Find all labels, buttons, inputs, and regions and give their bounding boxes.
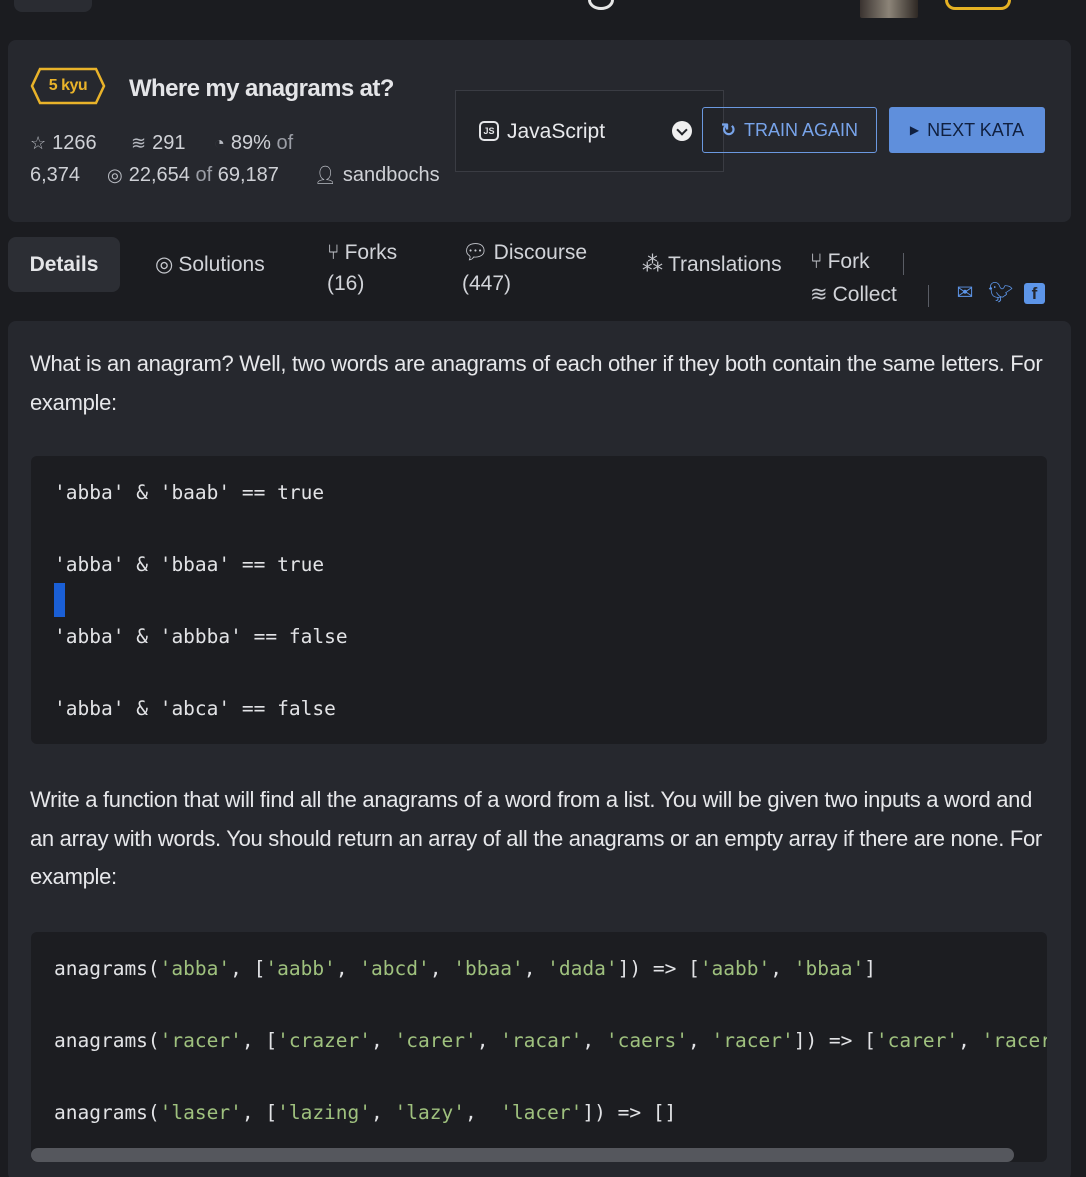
language-select-value: JavaScript — [507, 120, 606, 143]
notifications-bell-icon[interactable] — [772, 0, 798, 10]
star-icon: ☆ — [30, 133, 47, 153]
refresh-icon: ↻ — [720, 119, 737, 140]
attempted-count: 69,187 — [217, 164, 279, 186]
description-intro: What is an anagram? Well, two words are … — [30, 351, 1043, 415]
code-line: 'abba' & 'baab' == true — [54, 481, 325, 504]
help-icon[interactable] — [588, 0, 614, 10]
code-block-example-2: anagrams('abba', ['aabb', 'abcd', 'bbaa'… — [31, 932, 1047, 1162]
votes-stat: 6,374 — [30, 164, 80, 187]
description-task: Write a function that will find all the … — [30, 787, 1042, 889]
user-rank-badge[interactable] — [945, 0, 1011, 10]
code-line: 'abba' & 'abbba' == false — [54, 625, 348, 648]
tab-translations-label: Translations — [668, 253, 782, 276]
fork-label: Fork — [827, 250, 870, 273]
tab-translations[interactable]: ⁂ Translations — [642, 252, 782, 277]
code-line: 'abba' & 'abca' == false — [54, 697, 336, 720]
satisfaction-of: of — [276, 132, 294, 154]
chevron-down-icon — [672, 121, 692, 141]
code-line: 'abba' & 'bbaa' == true — [54, 553, 325, 576]
train-again-label: TRAIN AGAIN — [744, 119, 859, 140]
code-line: anagrams('laser', ['lazing', 'lazy', 'la… — [54, 1101, 677, 1124]
fork-link[interactable]: ⑂ Fork — [810, 250, 870, 274]
top-nav — [0, 0, 1086, 18]
satisfaction-stat: ◔ 89% of — [214, 132, 293, 155]
stars-count: 1266 — [52, 132, 97, 154]
collect-label: Collect — [832, 283, 897, 306]
completed-of: of — [195, 164, 213, 186]
horizontal-scrollbar[interactable] — [31, 1148, 1014, 1162]
comments-icon: 💬︎ — [462, 241, 489, 264]
fork-icon: ⑂ — [810, 250, 823, 273]
collections-stat: ≋ 291 — [131, 132, 185, 155]
js-icon: JS — [479, 121, 499, 141]
twitter-share-icon[interactable]: 🐦︎ — [988, 283, 1013, 303]
tab-discourse[interactable]: 💬︎ Discourse (447) — [462, 237, 587, 299]
code-block-example-1: 'abba' & 'baab' == true 'abba' & 'bbaa' … — [31, 456, 1047, 744]
next-kata-label: NEXT KATA — [927, 119, 1025, 140]
layers-icon: ≋ — [131, 133, 147, 153]
collections-count: 291 — [152, 132, 186, 154]
tab-discourse-label: Discourse — [493, 241, 588, 264]
kyu-rank-label: 5 kyu — [48, 77, 88, 94]
language-select[interactable]: JS JavaScript — [455, 90, 724, 172]
tab-forks-label: Forks — [344, 241, 398, 264]
facebook-share-icon[interactable]: f — [1024, 283, 1045, 304]
tab-solutions[interactable]: ◎ Solutions — [155, 252, 265, 277]
kata-title: Where my anagrams at? — [129, 75, 394, 102]
tab-solutions-label: Solutions — [178, 253, 265, 276]
tab-forks-count: (16) — [327, 272, 365, 295]
tab-details[interactable]: Details — [8, 237, 120, 292]
bookmark-icon[interactable] — [678, 0, 704, 10]
collect-link[interactable]: ≋ Collect — [810, 282, 897, 307]
tab-forks[interactable]: ⑂ Forks (16) — [327, 237, 397, 299]
votes-count: 6,374 — [30, 164, 81, 186]
nav-menu-button[interactable] — [14, 0, 92, 12]
kyu-rank-badge: 5 kyu — [30, 67, 106, 105]
user-avatar[interactable] — [860, 0, 918, 18]
divider — [928, 285, 929, 307]
train-again-button[interactable]: ↻ TRAIN AGAIN — [702, 107, 877, 153]
author-stat[interactable]: 👤︎ sandbochs — [314, 164, 440, 187]
stars-stat[interactable]: ☆ 1266 — [30, 132, 97, 155]
translations-icon: ⁂ — [642, 253, 663, 276]
divider — [903, 253, 904, 275]
code-line: anagrams('racer', ['crazer', 'carer', 'r… — [54, 1029, 1047, 1052]
author-name[interactable]: sandbochs — [343, 164, 440, 186]
tab-discourse-count: (447) — [462, 272, 512, 295]
next-kata-button[interactable]: ▶ NEXT KATA — [889, 107, 1045, 153]
user-icon: 👤︎ — [314, 165, 337, 185]
target-icon: ◎ — [107, 165, 123, 185]
target-icon: ◎ — [155, 253, 174, 276]
code-line: anagrams('abba', ['aabb', 'abcd', 'bbaa'… — [54, 957, 876, 980]
gauge-icon: ◔ — [214, 133, 225, 153]
satisfaction-value: 89% — [230, 132, 271, 154]
layers-icon: ≋ — [810, 283, 828, 306]
text-cursor — [54, 583, 65, 617]
completed-count: 22,654 — [128, 164, 190, 186]
play-icon: ▶ — [909, 123, 920, 137]
email-share-icon[interactable]: ✉ — [954, 283, 976, 303]
fork-icon: ⑂ — [327, 241, 340, 264]
completions-stat: ◎ 22,654 of 69,187 — [107, 164, 279, 187]
